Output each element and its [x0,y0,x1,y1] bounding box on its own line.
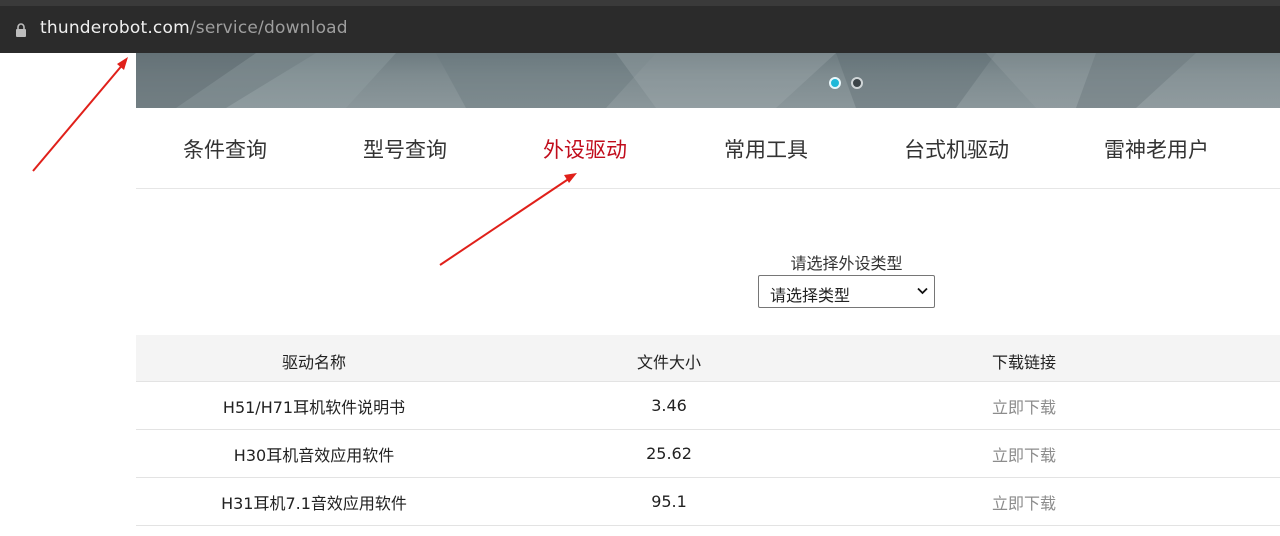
url-path: /service/download [189,18,348,38]
lock-icon [16,23,26,37]
column-header-download: 下载链接 [991,353,1056,372]
tab-desktop-drivers[interactable]: 台式机驱动 [904,134,1009,164]
download-link[interactable]: 立即下载 [846,478,1202,525]
peripheral-type-select[interactable]: 请选择类型 [758,275,935,308]
chevron-down-icon [917,287,928,295]
table-row: H30耳机音效应用软件 25.62 立即下载 [136,430,1280,478]
annotation-arrowhead-url [117,57,128,70]
hero-banner [136,53,1280,108]
file-size: 95.1 [651,492,687,511]
column-header-name: 驱动名称 [281,353,346,372]
table-row: H31耳机7.1音效应用软件 95.1 立即下载 [136,478,1280,526]
peripheral-type-label: 请选择外设类型 [790,254,903,273]
download-tabs: 条件查询 型号查询 外设驱动 常用工具 台式机驱动 雷神老用户 [136,108,1280,189]
carousel-dot-1[interactable] [829,77,841,89]
annotation-arrow-tab [439,177,571,266]
url-host: thunderobot.com [40,18,190,38]
column-header-size: 文件大小 [636,353,701,372]
carousel-dot-2[interactable] [851,77,863,89]
driver-name: H51/H71耳机软件说明书 [222,397,406,417]
download-link[interactable]: 立即下载 [846,382,1202,429]
tab-legacy-users[interactable]: 雷神老用户 [1104,134,1209,164]
tab-common-tools[interactable]: 常用工具 [724,134,808,164]
file-size: 3.46 [651,396,687,415]
browser-address-bar[interactable]: thunderobot.com/service/download [0,0,1280,53]
driver-table: 驱动名称 文件大小 下载链接 H51/H71耳机软件说明书 3.46 立即下载 … [136,335,1280,526]
tab-peripheral-drivers[interactable]: 外设驱动 [543,134,627,164]
download-link[interactable]: 立即下载 [846,430,1202,477]
tab-model-query[interactable]: 型号查询 [363,134,447,164]
url-text[interactable]: thunderobot.com/service/download [40,18,348,38]
table-row: H51/H71耳机软件说明书 3.46 立即下载 [136,382,1280,430]
driver-name: H31耳机7.1音效应用软件 [221,493,407,513]
table-header: 驱动名称 文件大小 下载链接 [136,335,1280,382]
driver-name: H30耳机音效应用软件 [233,445,395,465]
tab-condition-query[interactable]: 条件查询 [183,134,267,164]
file-size: 25.62 [646,444,692,463]
annotation-arrow-url [32,62,125,172]
select-value: 请选择类型 [770,286,851,305]
